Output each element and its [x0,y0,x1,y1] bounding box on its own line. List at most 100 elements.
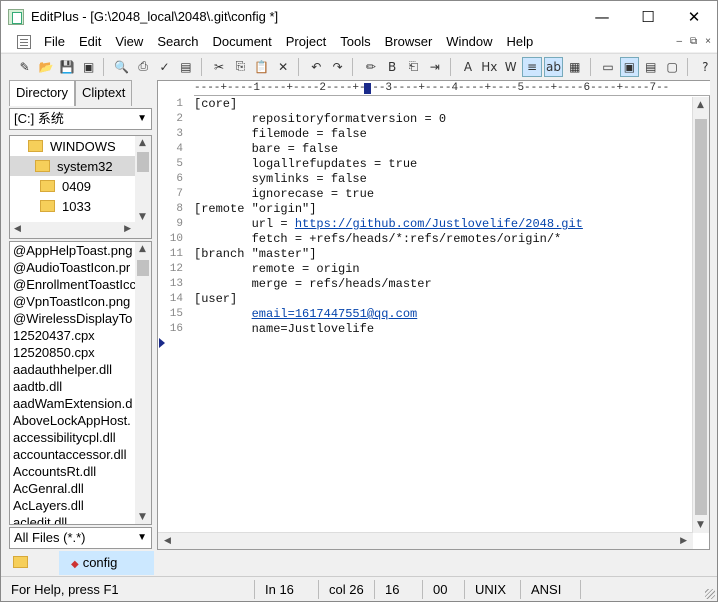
window-1-icon[interactable]: ▭ [598,57,617,77]
editor-horizontal-scrollbar[interactable]: ◀ ▶ [158,532,693,549]
tree-horizontal-scrollbar[interactable]: ◀ ▶ [10,222,151,238]
minimize-button[interactable]: — [579,1,625,32]
indent-icon[interactable]: ≡ [522,56,542,77]
file-list-item[interactable]: 12520437.cpx [10,327,151,344]
code-line[interactable]: name=Justlovelife [194,322,690,337]
menu-project[interactable]: Project [279,32,333,52]
hyperlink[interactable]: https://github.com/Justlovelife/2048.git [295,217,583,231]
scroll-thumb[interactable] [137,152,149,172]
scroll-thumb[interactable] [695,119,707,515]
file-list-item[interactable]: acledit.dll [10,514,151,524]
print-icon[interactable]: ⎙ [134,57,153,77]
code-line[interactable]: email=1617447551@qq.com [194,307,690,322]
file-list-item[interactable]: AboveLockAppHost. [10,412,151,429]
file-list-scrollbar[interactable]: ▲ ▼ [135,242,151,524]
cut-icon[interactable]: ✂ [209,57,228,77]
scroll-left-icon[interactable]: ◀ [14,224,21,234]
menu-help[interactable]: Help [500,32,541,52]
code-line[interactable]: filemode = false [194,127,690,142]
menu-view[interactable]: View [108,32,150,52]
scroll-up-icon[interactable]: ▲ [697,100,704,110]
code-line[interactable]: symlinks = false [194,172,690,187]
tree-item-windows[interactable]: WINDOWS [10,136,151,156]
code-line[interactable]: ignorecase = true [194,187,690,202]
menu-file[interactable]: File [37,32,72,52]
code-line[interactable]: bare = false [194,142,690,157]
resize-grip-icon[interactable] [705,589,715,599]
hyperlink[interactable]: email=1617447551@qq.com [252,307,418,321]
mdi-restore-button[interactable]: ⧉ [690,32,697,52]
file-filter-select[interactable]: All Files (*.*) ▼ [9,527,152,549]
replace-icon[interactable]: B [382,57,401,77]
file-list-item[interactable]: AcGenral.dll [10,480,151,497]
print-preview-icon[interactable]: 🔍 [112,57,131,77]
open-icon[interactable]: 📂 [36,57,55,77]
code-line[interactable]: [core] [194,97,690,112]
file-list-item[interactable]: AccountsRt.dll [10,463,151,480]
mdi-close-button[interactable]: × [705,32,711,52]
tree-item-0409[interactable]: 0409 [10,176,151,196]
tree-item-system32[interactable]: system32 [10,156,151,176]
window-4-icon[interactable]: ▢ [662,57,681,77]
file-list-item[interactable]: AcLayers.dll [10,497,151,514]
status-line-ending[interactable]: UNIX [465,579,521,599]
folder-tree[interactable]: WINDOWS system32 0409 1033 ▲ ▼ ◀ ▶ [9,135,152,239]
menu-edit[interactable]: Edit [72,32,108,52]
menu-browser[interactable]: Browser [378,32,440,52]
file-list-item[interactable]: @WirelessDisplayTo [10,310,151,327]
undo-icon[interactable]: ↶ [307,57,326,77]
tab-directory[interactable]: Directory [9,80,76,106]
copy-icon[interactable]: ⎘ [231,57,250,77]
doc-tab-config[interactable]: ◆ config [59,551,154,575]
file-list-item[interactable]: 12520850.cpx [10,344,151,361]
editor-vertical-scrollbar[interactable]: ▲ ▼ [692,97,709,533]
code-line[interactable]: [branch "master"] [194,247,690,262]
hex-icon[interactable]: Hx [480,57,499,77]
editor-pane[interactable]: ----+----1----+----2----+----3----+----4… [157,80,710,550]
scroll-right-icon[interactable]: ▶ [680,536,687,546]
line-number-icon[interactable]: ab [543,56,564,77]
file-list-item[interactable]: @AudioToastIcon.pr [10,259,151,276]
maximize-button[interactable]: ☐ [625,1,671,32]
code-line[interactable]: repositoryformatversion = 0 [194,112,690,127]
scroll-up-icon[interactable]: ▲ [139,138,146,148]
html-preview-icon[interactable]: ▤ [176,57,195,77]
file-list-item[interactable]: accountaccessor.dll [10,446,151,463]
scroll-right-icon[interactable]: ▶ [124,224,131,234]
ruler-icon[interactable]: ▦ [565,57,584,77]
code-line[interactable]: remote = origin [194,262,690,277]
code-line[interactable]: url = https://github.com/Justlovelife/20… [194,217,690,232]
file-list-item[interactable]: aadtb.dll [10,378,151,395]
close-button[interactable]: ✕ [671,1,717,32]
scroll-down-icon[interactable]: ▼ [697,520,704,530]
scroll-down-icon[interactable]: ▼ [139,512,146,522]
scroll-down-icon[interactable]: ▼ [139,212,146,222]
menu-window[interactable]: Window [439,32,499,52]
goto-icon[interactable]: ⇥ [425,57,444,77]
code-area[interactable]: [core] repositoryformatversion = 0 filem… [194,97,690,533]
scroll-up-icon[interactable]: ▲ [139,244,146,254]
new-file-icon[interactable]: ✎ [15,57,34,77]
word-wrap-icon[interactable]: W [501,57,520,77]
menu-tools[interactable]: Tools [333,32,377,52]
code-line[interactable]: [remote "origin"] [194,202,690,217]
help-icon[interactable]: ? [696,57,715,77]
scroll-left-icon[interactable]: ◀ [164,536,171,546]
file-list-item[interactable]: @EnrollmentToastIcc [10,276,151,293]
font-icon[interactable]: A [458,57,477,77]
redo-icon[interactable]: ↷ [328,57,347,77]
menu-search[interactable]: Search [150,32,205,52]
window-2-icon[interactable]: ▣ [619,56,640,77]
folder-icon[interactable] [13,556,28,568]
code-line[interactable]: [user] [194,292,690,307]
scroll-thumb[interactable] [137,260,149,276]
window-3-icon[interactable]: ▤ [641,57,660,77]
file-list-item[interactable]: aadWamExtension.d [10,395,151,412]
file-list-item[interactable]: @VpnToastIcon.png [10,293,151,310]
spell-check-icon[interactable]: ✓ [155,57,174,77]
tree-item-1033[interactable]: 1033 [10,196,151,216]
tree-vertical-scrollbar[interactable]: ▲ ▼ [135,136,151,224]
file-list-item[interactable]: @AppHelpToast.png [10,242,151,259]
save-icon[interactable]: 💾 [58,57,77,77]
menu-document[interactable]: Document [206,32,279,52]
